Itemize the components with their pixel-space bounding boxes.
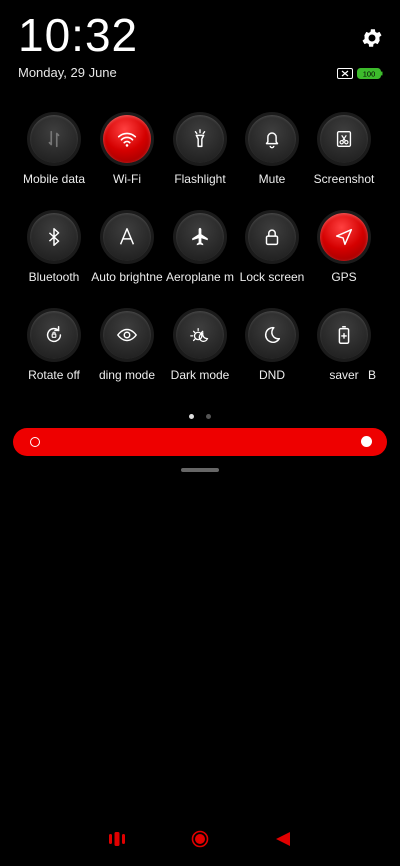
- tile-label: Mute: [258, 172, 286, 186]
- auto-brightness-icon: [103, 213, 151, 261]
- tile-dark-mode[interactable]: Dark mode: [163, 311, 237, 382]
- tile-bluetooth[interactable]: Bluetooth: [17, 213, 91, 284]
- home-icon[interactable]: [191, 830, 209, 853]
- screenshot-icon: [320, 115, 368, 163]
- page-dot: [188, 414, 194, 419]
- brightness-low-icon: [30, 437, 40, 447]
- tiles-row-1: Mobile data Wi-Fi Flashlight Mute Screen…: [0, 115, 400, 213]
- svg-text:100: 100: [363, 70, 376, 79]
- page-indicator: [0, 406, 400, 424]
- tile-label: B: [368, 368, 377, 382]
- tile-screenshot[interactable]: Screenshot: [307, 115, 381, 186]
- moon-icon: [248, 311, 296, 359]
- tile-label: DND: [259, 368, 285, 382]
- tile-gps[interactable]: GPS: [307, 213, 381, 284]
- drag-handle[interactable]: [181, 468, 219, 472]
- back-icon[interactable]: [274, 830, 292, 853]
- tile-label: GPS: [331, 270, 357, 284]
- brightness-thumb[interactable]: [361, 436, 372, 447]
- battery-icon: 100: [357, 66, 383, 79]
- tile-dnd[interactable]: DND: [235, 311, 309, 382]
- location-icon: [320, 213, 368, 261]
- recents-icon[interactable]: [108, 830, 126, 853]
- tile-label: ding mode: [98, 368, 156, 382]
- clock: 10:32: [18, 9, 139, 61]
- tile-mute[interactable]: Mute: [235, 115, 309, 186]
- flashlight-icon: [176, 115, 224, 163]
- tile-label: Wi-Fi: [113, 172, 141, 186]
- tile-aeroplane-mode[interactable]: Aeroplane m: [163, 213, 237, 284]
- no-sim-icon: [337, 66, 353, 79]
- eye-icon: [103, 311, 151, 359]
- quick-settings-grid: Mobile data Wi-Fi Flashlight Mute Screen…: [0, 115, 400, 409]
- tile-label: Screenshot: [313, 172, 375, 186]
- tile-label: Lock screen: [239, 270, 305, 284]
- tile-label: Flashlight: [174, 172, 226, 186]
- rotate-icon: [30, 311, 78, 359]
- tile-wifi[interactable]: Wi-Fi: [90, 115, 164, 186]
- tile-mobile-data[interactable]: Mobile data: [17, 115, 91, 186]
- tile-reading-mode[interactable]: ding mode: [90, 311, 164, 382]
- bell-icon: [248, 115, 296, 163]
- navigation-bar: [0, 828, 400, 856]
- bluetooth-icon: [30, 213, 78, 261]
- tile-label: Auto brightne: [91, 270, 163, 284]
- tile-flashlight[interactable]: Flashlight: [163, 115, 237, 186]
- wifi-icon: [103, 115, 151, 163]
- tile-label: Bluetooth: [28, 270, 80, 284]
- tile-label: Mobile data: [22, 172, 86, 186]
- tile-label: Dark mode: [170, 368, 230, 382]
- date: Monday, 29 June: [18, 65, 117, 80]
- tile-label: Aeroplane m: [165, 270, 235, 284]
- tile-partial: B: [360, 311, 400, 382]
- tile-lock-screen[interactable]: Lock screen: [235, 213, 309, 284]
- lock-icon: [248, 213, 296, 261]
- tile-auto-brightness[interactable]: Auto brightne: [90, 213, 164, 284]
- tiles-row-3: Rotate off ding mode Dark mode DND saver: [0, 311, 400, 409]
- brightness-slider[interactable]: [13, 428, 387, 456]
- tile-label: Rotate off: [28, 368, 80, 382]
- mobile-data-icon: [30, 115, 78, 163]
- tile-rotate[interactable]: Rotate off: [17, 311, 91, 382]
- airplane-icon: [176, 213, 224, 261]
- tiles-row-2: Bluetooth Auto brightne Aeroplane m Lock…: [0, 213, 400, 311]
- page-dot: [206, 414, 212, 419]
- gear-icon[interactable]: [360, 26, 384, 50]
- dark-mode-icon: [176, 311, 224, 359]
